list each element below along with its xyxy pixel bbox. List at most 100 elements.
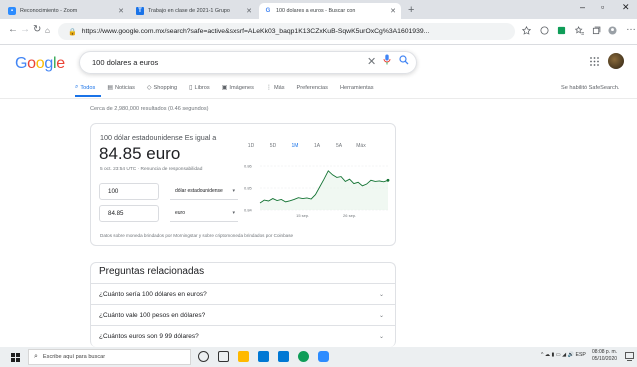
- search-icon: ⌕: [75, 84, 79, 90]
- new-tab-button[interactable]: +: [408, 3, 414, 17]
- google-logo[interactable]: Google: [15, 55, 65, 73]
- converter-heading: 100 dólar estadounidense Es igual a: [100, 133, 217, 142]
- tab-mas[interactable]: ⋮ Más: [265, 84, 285, 92]
- apps-grid-icon[interactable]: [590, 57, 599, 66]
- converter-result: 84.85 euro: [99, 144, 181, 163]
- tab-libros[interactable]: ▯ Libros: [189, 84, 210, 92]
- more-options-icon[interactable]: …: [626, 22, 636, 33]
- collections-icon[interactable]: [592, 26, 601, 35]
- edge-icon[interactable]: [298, 351, 309, 362]
- zoom-taskbar-icon[interactable]: [318, 351, 329, 362]
- tab-trabajo[interactable]: T Trabajo en clase de 2021-1 Grupo ✕: [131, 3, 257, 19]
- last-point: [386, 178, 390, 182]
- chevron-down-icon: ⌄: [378, 312, 384, 319]
- lock-icon: 🔒: [68, 28, 77, 36]
- search-icon: ⌕: [34, 353, 38, 360]
- range-1d[interactable]: 1D: [240, 143, 262, 149]
- clock-date: 05/10/2020: [592, 356, 618, 362]
- related-question-item[interactable]: ¿Cuánto sería 100 dólares en euros? ⌄: [90, 283, 396, 304]
- news-icon: ▤: [107, 85, 113, 91]
- to-currency-select[interactable]: euro ▾: [170, 205, 238, 222]
- tab-google-search[interactable]: G 100 dolares a euros - Buscar con ✕: [259, 3, 401, 19]
- tab-noticias[interactable]: ▤ Noticias: [107, 84, 135, 92]
- zoom-icon: ▪: [8, 7, 16, 15]
- microphone-icon[interactable]: [383, 54, 391, 65]
- dropdown-arrow-icon: ▾: [232, 210, 235, 216]
- profile-icon[interactable]: [608, 26, 617, 35]
- star-icon[interactable]: [522, 26, 531, 35]
- maximize-icon[interactable]: ▫: [601, 2, 604, 12]
- range-5d[interactable]: 5D: [262, 143, 284, 149]
- window-close-icon[interactable]: ✕: [622, 2, 630, 13]
- range-5a[interactable]: 5A: [328, 143, 350, 149]
- mail-icon[interactable]: [278, 351, 289, 362]
- taskbar-search-input[interactable]: ⌕ Escribe aquí para buscar: [28, 349, 191, 365]
- y-tick-label: 0.84: [244, 208, 253, 213]
- home-icon[interactable]: ⌂: [45, 26, 50, 35]
- avatar[interactable]: [608, 53, 624, 69]
- tab-zoom[interactable]: ▪ Reconocimiento - Zoom ✕: [3, 3, 129, 19]
- favorites-icon[interactable]: [575, 26, 584, 35]
- search-tabs: ⌕ Todos ▤ Noticias ◇ Shopping ▯ Libros ▣ Imág…: [75, 84, 386, 91]
- store-icon[interactable]: [258, 351, 269, 362]
- tab-preferencias[interactable]: Preferencias: [297, 84, 328, 91]
- notifications-icon[interactable]: [625, 352, 634, 361]
- back-icon[interactable]: ←: [8, 24, 18, 35]
- related-question-item[interactable]: ¿Cuántos euros son 9 99 dólares? ⌄: [90, 325, 396, 346]
- chart-range-selector: 1D 5D 1M 1A 5A Máx: [240, 143, 372, 149]
- close-icon[interactable]: ✕: [390, 7, 396, 15]
- task-view-icon[interactable]: [218, 351, 229, 362]
- tab-title: Trabajo en clase de 2021-1 Grupo: [148, 8, 230, 14]
- tab-todos[interactable]: ⌕ Todos: [75, 84, 95, 91]
- dropdown-arrow-icon: ▾: [232, 188, 235, 194]
- teams-icon: T: [136, 7, 144, 15]
- exchange-rate-chart[interactable]: 0.86 0.85 0.84 15 sep. 26 sep.: [242, 160, 390, 222]
- range-max[interactable]: Máx: [350, 143, 372, 149]
- tab-shopping[interactable]: ◇ Shopping: [146, 84, 177, 92]
- clear-search-icon[interactable]: ✕: [367, 55, 376, 68]
- url-text: https://www.google.com.mx/search?safe=ac…: [81, 28, 430, 35]
- y-tick-label: 0.86: [244, 164, 253, 169]
- extension-icon[interactable]: [540, 26, 549, 35]
- google-icon: G: [265, 8, 271, 14]
- tab-title: 100 dolares a euros - Buscar con: [276, 8, 356, 14]
- range-1a[interactable]: 1A: [306, 143, 328, 149]
- y-tick-label: 0.85: [244, 186, 253, 191]
- converter-footer: Datos sobre moneda brindados por Morning…: [100, 233, 294, 238]
- chevron-down-icon: ⌄: [378, 291, 384, 298]
- forward-icon[interactable]: →: [20, 24, 30, 35]
- tab-herramientas[interactable]: Herramientas: [340, 84, 374, 91]
- book-icon: ▯: [189, 85, 193, 91]
- minimize-icon[interactable]: –: [580, 2, 585, 12]
- system-tray[interactable]: ^ ☁ ▮ ▭ ◢ 🔊 ESP: [541, 352, 586, 358]
- cortana-icon[interactable]: [198, 351, 209, 362]
- extension-green-icon[interactable]: [557, 26, 566, 35]
- address-bar[interactable]: 🔒 https://www.google.com.mx/search?safe=…: [58, 23, 515, 40]
- reload-icon[interactable]: ↻: [33, 24, 41, 35]
- active-tab-indicator: [75, 95, 101, 97]
- windows-start-icon[interactable]: [11, 353, 20, 362]
- tab-title: Reconocimiento - Zoom: [20, 8, 78, 14]
- safesearch-notice[interactable]: Se habilitó SafeSearch.: [561, 85, 619, 91]
- to-amount-input[interactable]: 84.85: [99, 205, 159, 222]
- more-vert-icon: ⋮: [265, 85, 272, 91]
- converter-date[interactable]: 5 oct. 23:54 UTC · Renuncia de responsab…: [100, 167, 202, 172]
- x-tick-label: 15 sep.: [296, 213, 309, 218]
- taskbar-clock[interactable]: 08:08 p. m. 05/10/2020: [592, 349, 617, 363]
- image-icon: ▣: [221, 85, 228, 91]
- range-1m[interactable]: 1M: [284, 143, 306, 149]
- x-tick-label: 26 sep.: [343, 213, 356, 218]
- close-icon[interactable]: ✕: [118, 7, 124, 15]
- tag-icon: ◇: [146, 85, 152, 91]
- taskbar-app-icon[interactable]: [238, 351, 249, 362]
- tab-imagenes[interactable]: ▣ Imágenes: [221, 84, 254, 92]
- browser-tab-strip: ▪ Reconocimiento - Zoom ✕ T Trabajo en c…: [0, 0, 637, 19]
- related-question-item[interactable]: ¿Cuánto vale 100 pesos en dólares? ⌄: [90, 304, 396, 325]
- language-indicator: ESP: [575, 352, 586, 358]
- from-amount-input[interactable]: 100: [99, 183, 159, 200]
- clock-time: 08:08 p. m.: [592, 349, 618, 355]
- close-icon[interactable]: ✕: [246, 7, 252, 15]
- from-currency-select[interactable]: dólar estadounidense ▾: [170, 183, 238, 200]
- header-divider: [0, 98, 637, 99]
- search-icon[interactable]: [399, 55, 409, 65]
